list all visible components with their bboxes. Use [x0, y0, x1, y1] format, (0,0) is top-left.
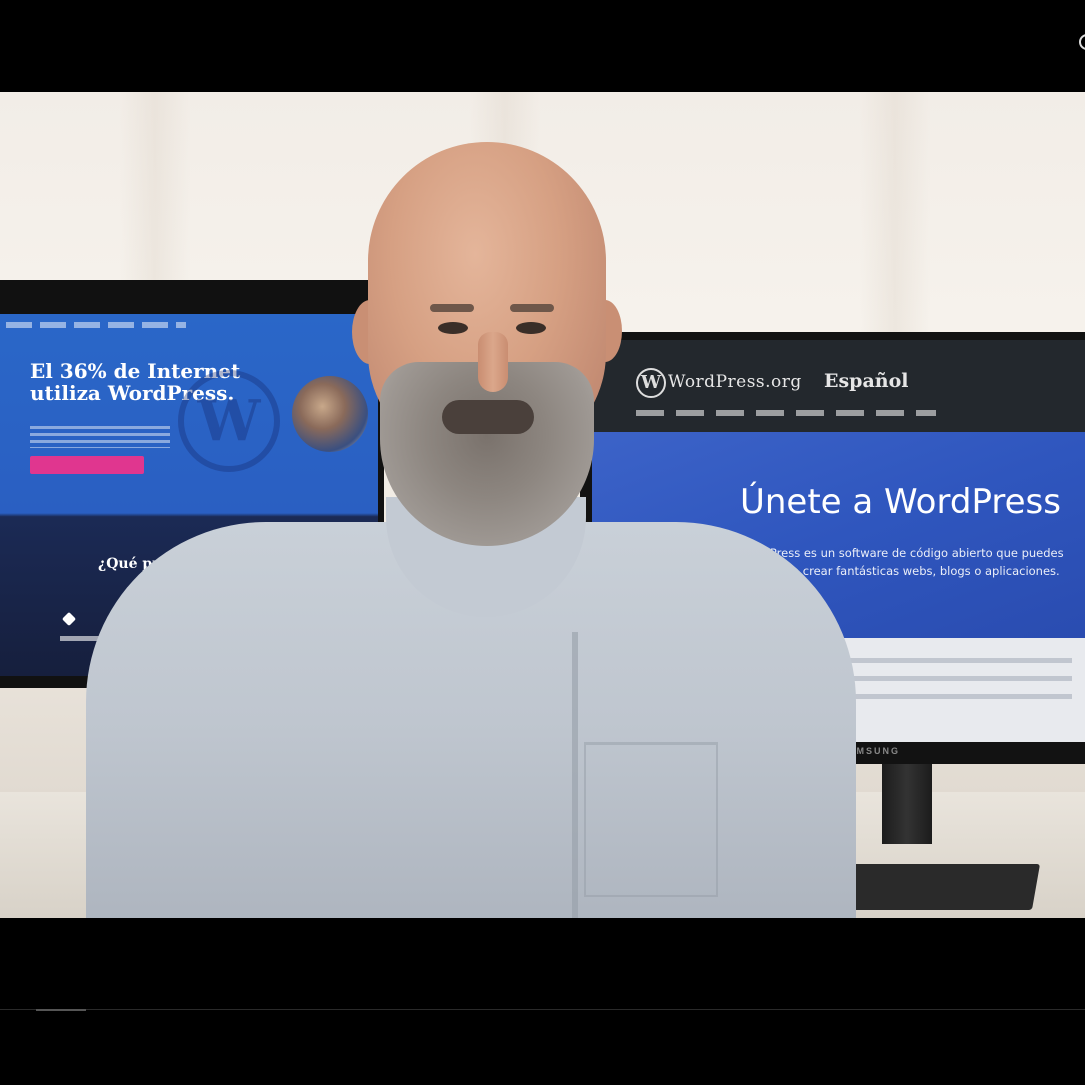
- eyebrow: [510, 304, 554, 312]
- heart-icon: [61, 611, 77, 627]
- player-controls-divider: [0, 1009, 1085, 1010]
- nose: [478, 332, 508, 392]
- keyboard: [831, 864, 1041, 910]
- eyebrow: [430, 304, 474, 312]
- progress-bar[interactable]: [36, 1009, 86, 1011]
- monitor-stand: [882, 764, 932, 844]
- presenter: [86, 132, 856, 918]
- eye: [516, 322, 546, 334]
- shirt-placket: [572, 632, 578, 918]
- video-frame[interactable]: El 36% de Internet utiliza WordPress. ¿Q…: [0, 92, 1085, 918]
- video-player[interactable]: El 36% de Internet utiliza WordPress. ¿Q…: [0, 0, 1085, 1085]
- mustache: [442, 400, 534, 434]
- eye: [438, 322, 468, 334]
- overlay-icon[interactable]: [1079, 34, 1085, 50]
- shirt-pocket: [584, 742, 718, 897]
